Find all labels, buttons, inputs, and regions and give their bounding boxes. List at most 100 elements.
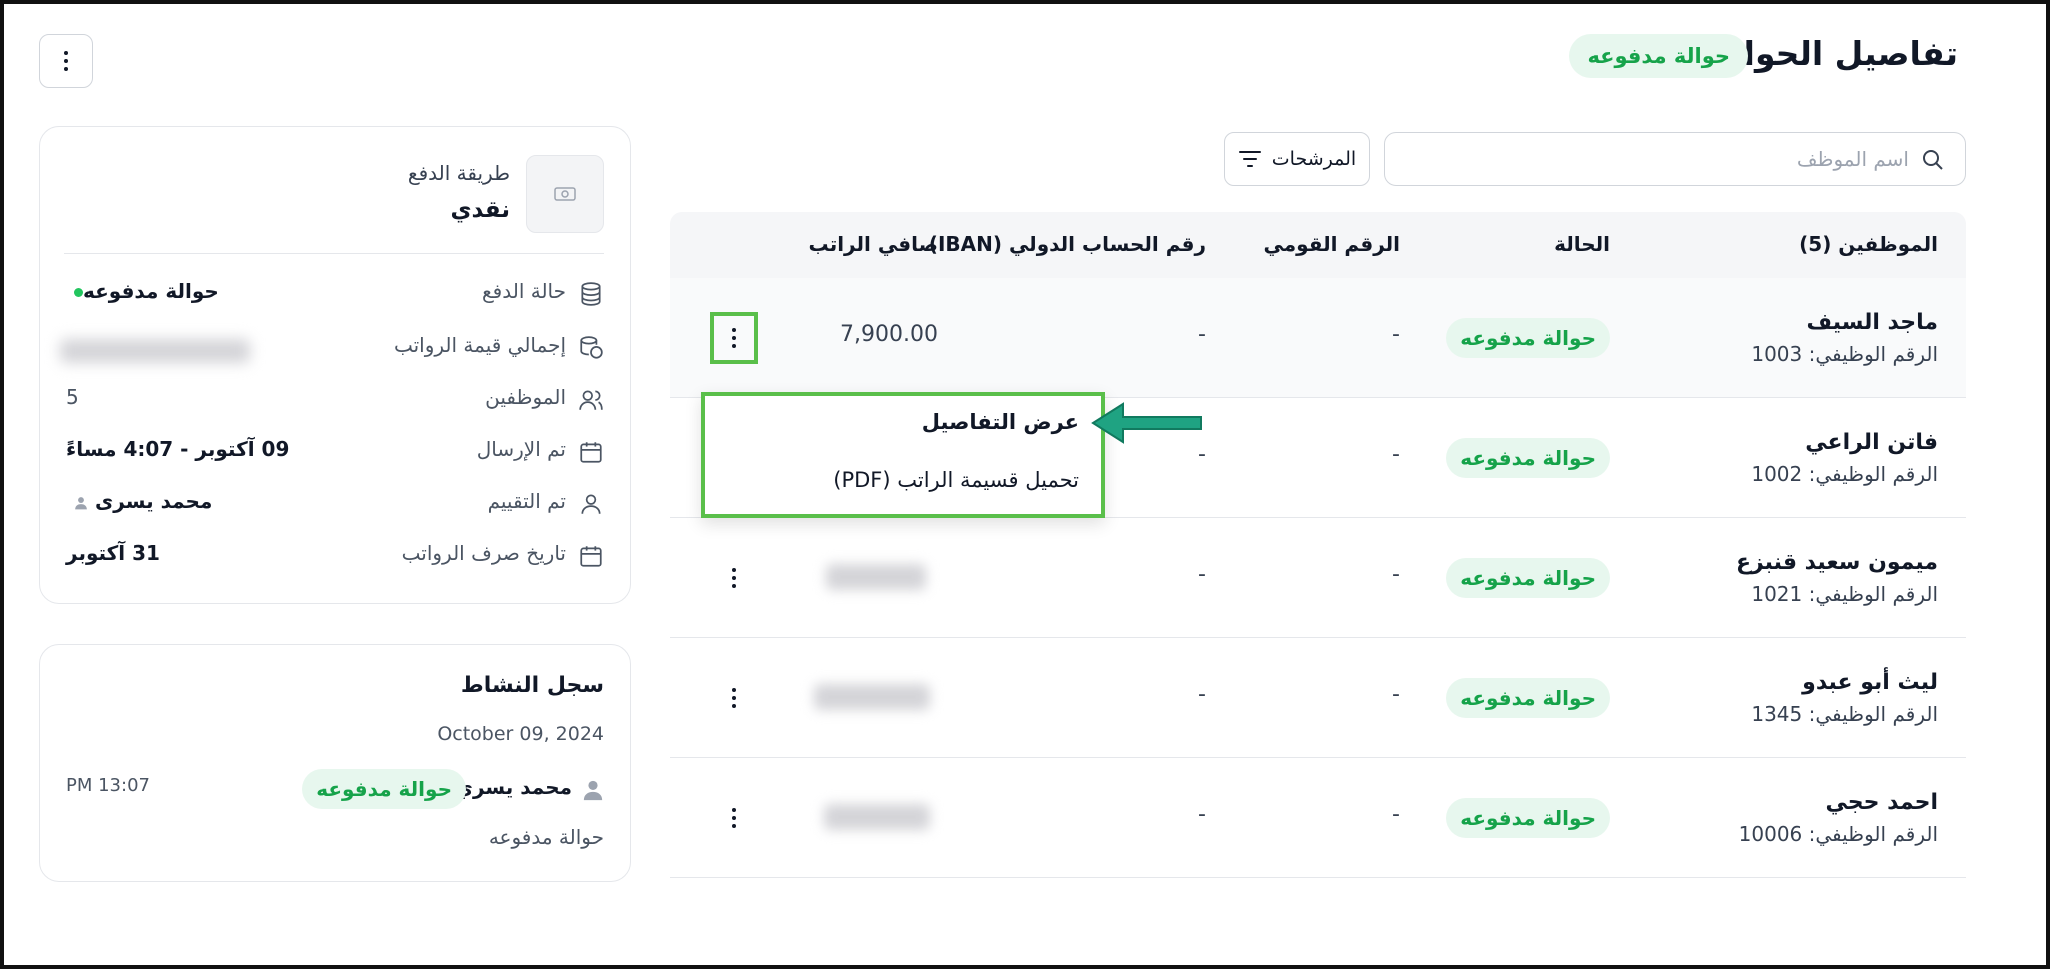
payroll-date-row: تاريخ صرف الرواتب 31 آكتوبر bbox=[40, 541, 630, 571]
page-more-button[interactable] bbox=[39, 34, 93, 88]
status-dot-icon bbox=[74, 288, 83, 297]
vertical-ellipsis-icon bbox=[732, 688, 736, 708]
vertical-ellipsis-icon bbox=[732, 808, 736, 828]
activity-log-date: October 09, 2024 bbox=[437, 723, 604, 745]
table-row[interactable]: احمد حجي الرقم الوظيفي: 10006 حوالة مدفو… bbox=[670, 758, 1966, 878]
calendar-icon bbox=[580, 442, 602, 463]
reviewer-name: محمد يسرى bbox=[94, 489, 213, 513]
column-iban: رقم الحساب الدولي (IBAN) bbox=[928, 232, 1206, 256]
blurred-total-salaries bbox=[60, 339, 250, 363]
row-actions-button[interactable] bbox=[710, 552, 758, 604]
row-actions-button[interactable] bbox=[710, 672, 758, 724]
status-badge: حوالة مدفوعه bbox=[1446, 678, 1610, 718]
payment-method-value: نقدي bbox=[450, 197, 510, 223]
employee-name: ماجد السيف bbox=[1806, 310, 1938, 335]
payment-status-row: حالة الدفع حوالة مدفوعه bbox=[40, 279, 630, 309]
employee-job-id: الرقم الوظيفي: 1021 bbox=[1751, 582, 1938, 606]
column-employees: الموظفين (5) bbox=[1799, 232, 1938, 256]
row-actions-menu: عرض التفاصيل تحميل قسيمة الراتب (PDF) bbox=[701, 392, 1105, 518]
app-frame: تفاصيل الحوالة حوالة مدفوعه المرشحات الم… bbox=[0, 0, 2050, 969]
status-badge: حوالة مدفوعه bbox=[1446, 558, 1610, 598]
user-small-icon bbox=[75, 496, 87, 509]
transfer-status-badge: حوالة مدفوعه bbox=[1569, 34, 1748, 78]
payment-method-icon-box bbox=[526, 155, 604, 233]
vertical-ellipsis-icon bbox=[64, 51, 68, 71]
blurred-salary bbox=[824, 804, 930, 830]
sent-row: تم الإرسال 09 آكتوبر - 4:07 مساءً bbox=[40, 437, 630, 467]
employees-table: الموظفين (5) الحالة الرقم القومي رقم الح… bbox=[670, 212, 1966, 878]
column-status: الحالة bbox=[1554, 232, 1610, 256]
blurred-salary bbox=[814, 684, 930, 710]
column-net-salary: صافي الراتب bbox=[808, 232, 938, 256]
activity-log-card: سجل النشاط October 09, 2024 محمد يسري حو… bbox=[39, 644, 631, 882]
sent-value: 09 آكتوبر - 4:07 مساءً bbox=[66, 437, 290, 461]
annotation-arrow-icon bbox=[1091, 402, 1202, 444]
payment-status-label: حالة الدفع bbox=[482, 279, 566, 303]
reviewed-row: تم التقييم محمد يسرى bbox=[40, 489, 630, 519]
employee-name: فاتن الراعي bbox=[1805, 430, 1938, 455]
iban-value: - bbox=[1198, 562, 1206, 587]
net-salary-value: 7,900.00 bbox=[840, 322, 938, 347]
employee-name: ميمون سعيد قنبزع bbox=[1735, 550, 1938, 575]
iban-value: - bbox=[1198, 802, 1206, 827]
row-actions-button[interactable] bbox=[710, 792, 758, 844]
employees-label: الموظفين bbox=[485, 385, 566, 409]
payroll-date-value: 31 آكتوبر bbox=[66, 541, 160, 565]
menu-item-view-details[interactable]: عرض التفاصيل bbox=[922, 410, 1079, 434]
total-salaries-label: إجمالي قيمة الرواتب bbox=[393, 333, 566, 357]
employee-job-id: الرقم الوظيفي: 1345 bbox=[1751, 702, 1938, 726]
payment-status-text: حوالة مدفوعه bbox=[83, 279, 219, 303]
search-icon bbox=[1923, 150, 1943, 170]
reviewed-value: محمد يسرى bbox=[66, 489, 212, 513]
activity-log-title: سجل النشاط bbox=[460, 673, 604, 698]
national-id-value: - bbox=[1392, 562, 1400, 587]
employee-name: احمد حجي bbox=[1825, 790, 1938, 815]
employees-value: 5 bbox=[66, 385, 79, 409]
users-icon bbox=[579, 390, 603, 410]
filters-label: المرشحات bbox=[1271, 148, 1357, 170]
coins-stack-icon bbox=[580, 336, 603, 359]
activity-log-description: حوالة مدفوعه bbox=[488, 825, 604, 849]
filters-button[interactable]: المرشحات bbox=[1224, 132, 1370, 186]
table-header: الموظفين (5) الحالة الرقم القومي رقم الح… bbox=[670, 212, 1966, 278]
payment-method-label: طريقة الدفع bbox=[407, 161, 510, 185]
activity-status-badge: حوالة مدفوعه bbox=[302, 769, 466, 809]
national-id-value: - bbox=[1392, 802, 1400, 827]
row-actions-button[interactable] bbox=[710, 312, 758, 364]
activity-log-user: محمد يسري bbox=[454, 775, 572, 799]
employee-job-id: الرقم الوظيفي: 1002 bbox=[1751, 462, 1938, 486]
iban-value: - bbox=[1198, 682, 1206, 707]
sent-label: تم الإرسال bbox=[476, 437, 566, 461]
employee-job-id: الرقم الوظيفي: 10006 bbox=[1738, 822, 1938, 846]
status-badge: حوالة مدفوعه bbox=[1446, 798, 1610, 838]
table-row[interactable]: ماجد السيف الرقم الوظيفي: 1003 حوالة مدف… bbox=[670, 278, 1966, 398]
search-input[interactable] bbox=[1429, 143, 1909, 175]
vertical-ellipsis-icon bbox=[732, 328, 736, 348]
national-id-value: - bbox=[1392, 442, 1400, 467]
column-national-id: الرقم القومي bbox=[1263, 232, 1400, 256]
divider bbox=[64, 253, 604, 254]
filter-icon bbox=[1238, 151, 1261, 167]
activity-log-time: PM 13:07 bbox=[66, 775, 150, 796]
calendar-icon bbox=[580, 546, 602, 567]
employees-count-row: الموظفين 5 bbox=[40, 385, 630, 415]
cash-icon bbox=[554, 187, 576, 201]
transfer-summary-card: طريقة الدفع نقدي حالة الدفع حوالة مدفوعه… bbox=[39, 126, 631, 604]
table-row[interactable]: ميمون سعيد قنبزع الرقم الوظيفي: 1021 حوا… bbox=[670, 518, 1966, 638]
status-badge: حوالة مدفوعه bbox=[1446, 438, 1610, 478]
blurred-salary bbox=[826, 564, 926, 590]
reviewed-label: تم التقييم bbox=[487, 489, 566, 513]
payment-status-value: حوالة مدفوعه bbox=[66, 279, 219, 303]
status-badge: حوالة مدفوعه bbox=[1446, 318, 1610, 358]
national-id-value: - bbox=[1392, 322, 1400, 347]
table-row[interactable]: ليث أبو عبدو الرقم الوظيفي: 1345 حوالة م… bbox=[670, 638, 1966, 758]
menu-item-download-payslip[interactable]: تحميل قسيمة الراتب (PDF) bbox=[833, 468, 1079, 492]
coins-icon bbox=[581, 282, 601, 306]
user-avatar-icon bbox=[583, 780, 603, 801]
payroll-date-label: تاريخ صرف الرواتب bbox=[401, 541, 566, 565]
employee-search[interactable] bbox=[1384, 132, 1966, 186]
employee-job-id: الرقم الوظيفي: 1003 bbox=[1751, 342, 1938, 366]
iban-value: - bbox=[1198, 322, 1206, 347]
page-title: تفاصيل الحوالة bbox=[1711, 34, 1958, 73]
employee-name: ليث أبو عبدو bbox=[1802, 670, 1938, 695]
